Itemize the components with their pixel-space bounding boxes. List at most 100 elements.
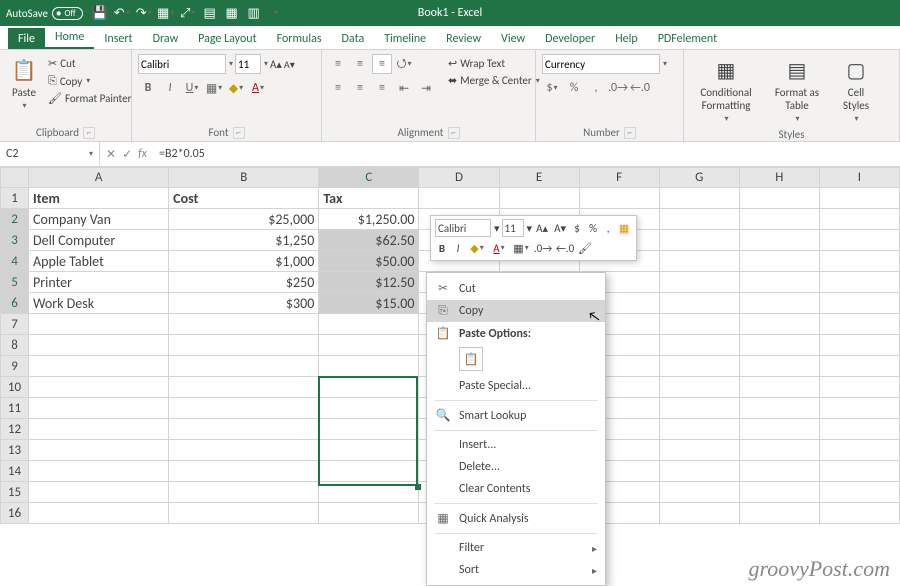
- border-button[interactable]: ▦▾: [204, 78, 224, 98]
- cell-E1[interactable]: [499, 188, 579, 209]
- tab-help[interactable]: Help: [605, 28, 648, 49]
- dialog-launcher-icon[interactable]: ⌐: [448, 127, 460, 139]
- row-header-5[interactable]: 5: [1, 272, 29, 293]
- cell-C10[interactable]: [319, 377, 419, 398]
- paste-option-values[interactable]: 📋: [459, 347, 483, 371]
- cell-H7[interactable]: [739, 314, 819, 335]
- row-header-7[interactable]: 7: [1, 314, 29, 335]
- cell-B1[interactable]: Cost: [169, 188, 319, 209]
- number-format-input[interactable]: [542, 54, 660, 74]
- cell-A15[interactable]: [29, 482, 169, 503]
- tab-view[interactable]: View: [491, 28, 535, 49]
- row-header-16[interactable]: 16: [1, 503, 29, 524]
- qat-item[interactable]: ⤢▾: [179, 4, 197, 22]
- col-header-B[interactable]: B: [169, 168, 319, 188]
- cell-I6[interactable]: [819, 293, 899, 314]
- cell-B5[interactable]: $250: [169, 272, 319, 293]
- cell-I5[interactable]: [819, 272, 899, 293]
- copy-button[interactable]: ⎘Copy▾: [46, 73, 133, 89]
- cell-I4[interactable]: [819, 251, 899, 272]
- cancel-icon[interactable]: ✕: [106, 147, 116, 162]
- cell-H4[interactable]: [739, 251, 819, 272]
- tab-formulas[interactable]: Formulas: [267, 28, 332, 49]
- cell-C11[interactable]: [319, 398, 419, 419]
- tab-timeline[interactable]: Timeline: [374, 28, 436, 49]
- mini-accounting-icon[interactable]: $: [570, 219, 584, 237]
- col-header-D[interactable]: D: [419, 168, 499, 188]
- cell-C3[interactable]: $62.50: [319, 230, 419, 251]
- mini-comma-icon[interactable]: ,: [602, 219, 614, 237]
- qat-item[interactable]: ▤: [201, 4, 219, 22]
- cell-I12[interactable]: [819, 419, 899, 440]
- ctx-sort[interactable]: Sort▸: [427, 559, 605, 581]
- cell-H14[interactable]: [739, 461, 819, 482]
- align-bottom-icon[interactable]: ≡: [372, 54, 392, 74]
- row-header-13[interactable]: 13: [1, 440, 29, 461]
- font-size-input[interactable]: [235, 54, 261, 74]
- cell-H3[interactable]: [739, 230, 819, 251]
- mini-border-icon[interactable]: ▦: [616, 219, 632, 237]
- cell-B8[interactable]: [169, 335, 319, 356]
- cell-H15[interactable]: [739, 482, 819, 503]
- undo-icon[interactable]: ↶▾: [113, 4, 131, 22]
- orientation-icon[interactable]: ⭯▾: [394, 54, 414, 74]
- col-header-C[interactable]: C: [319, 168, 419, 188]
- cell-A16[interactable]: [29, 503, 169, 524]
- cell-A13[interactable]: [29, 440, 169, 461]
- tab-review[interactable]: Review: [436, 28, 491, 49]
- cell-G11[interactable]: [659, 398, 739, 419]
- cell-A2[interactable]: Company Van: [29, 209, 169, 230]
- cell-G4[interactable]: [659, 251, 739, 272]
- name-box[interactable]: C2▾: [0, 142, 100, 166]
- save-icon[interactable]: 💾: [91, 4, 109, 22]
- qat-item[interactable]: ▦▾: [157, 4, 175, 22]
- tab-file[interactable]: File: [8, 28, 45, 49]
- ctx-paste-special[interactable]: Paste Special...: [427, 375, 605, 397]
- align-right-icon[interactable]: ≡: [372, 78, 392, 98]
- format-painter-button[interactable]: 🖌Format Painter: [46, 91, 133, 106]
- cell-B6[interactable]: $300: [169, 293, 319, 314]
- cell-A7[interactable]: [29, 314, 169, 335]
- row-header-12[interactable]: 12: [1, 419, 29, 440]
- cell-A6[interactable]: Work Desk: [29, 293, 169, 314]
- row-header-14[interactable]: 14: [1, 461, 29, 482]
- row-header-2[interactable]: 2: [1, 209, 29, 230]
- cell-A11[interactable]: [29, 398, 169, 419]
- mini-italic-icon[interactable]: I: [451, 239, 465, 257]
- cell-B16[interactable]: [169, 503, 319, 524]
- cell-I1[interactable]: [819, 188, 899, 209]
- row-header-10[interactable]: 10: [1, 377, 29, 398]
- increase-font-icon[interactable]: A▴: [270, 58, 282, 71]
- cell-A12[interactable]: [29, 419, 169, 440]
- cell-G2[interactable]: [659, 209, 739, 230]
- tab-home[interactable]: Home: [45, 26, 94, 49]
- cell-G15[interactable]: [659, 482, 739, 503]
- align-top-icon[interactable]: ≡: [328, 54, 348, 74]
- row-header-9[interactable]: 9: [1, 356, 29, 377]
- row-header-15[interactable]: 15: [1, 482, 29, 503]
- cell-G13[interactable]: [659, 440, 739, 461]
- align-center-icon[interactable]: ≡: [350, 78, 370, 98]
- mini-fill-icon[interactable]: ◆▾: [467, 239, 487, 257]
- cell-C9[interactable]: [319, 356, 419, 377]
- paste-button[interactable]: 📋 Paste ▾: [6, 54, 42, 113]
- mini-inc-decimal-icon[interactable]: .0→: [533, 239, 553, 257]
- cell-H2[interactable]: [739, 209, 819, 230]
- ctx-insert[interactable]: Insert...: [427, 434, 605, 456]
- col-header-G[interactable]: G: [659, 168, 739, 188]
- ctx-cut[interactable]: ✂Cut: [427, 277, 605, 300]
- cell-G9[interactable]: [659, 356, 739, 377]
- col-header-A[interactable]: A: [29, 168, 169, 188]
- cell-H11[interactable]: [739, 398, 819, 419]
- decrease-font-icon[interactable]: A▾: [284, 58, 295, 71]
- cell-I8[interactable]: [819, 335, 899, 356]
- cell-B12[interactable]: [169, 419, 319, 440]
- cell-H6[interactable]: [739, 293, 819, 314]
- tab-insert[interactable]: Insert: [94, 28, 142, 49]
- cell-G1[interactable]: [659, 188, 739, 209]
- row-header-8[interactable]: 8: [1, 335, 29, 356]
- mini-font-input[interactable]: [435, 219, 491, 237]
- cell-C1[interactable]: Tax: [319, 188, 419, 209]
- conditional-formatting-button[interactable]: ▦ Conditional Formatting▾: [690, 54, 762, 126]
- cell-C6[interactable]: $15.00: [319, 293, 419, 314]
